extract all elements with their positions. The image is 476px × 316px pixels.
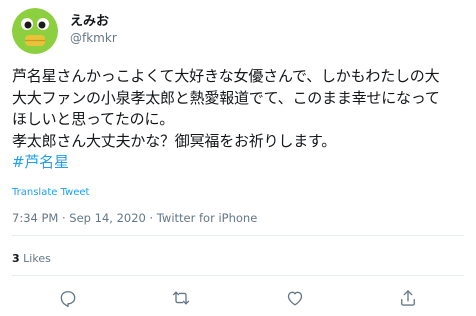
tweet-actions: [0, 287, 476, 309]
reply-button[interactable]: [57, 287, 79, 309]
tweet-text: 芦名星さんかっこよくて大好きな女優さんで、しかもわたしの大 大大ファンの小泉孝太…: [12, 66, 467, 173]
tweet-text-line: 大大ファンの小泉孝太郎と熱愛報道でて、このまま幸せになって: [12, 88, 440, 107]
share-icon: [401, 290, 415, 306]
likes-count: 3: [12, 252, 20, 265]
tweet-card: えみお @fkmkr 芦名星さんかっこよくて大好きな女優さんで、しかもわたしの大…: [0, 0, 476, 316]
divider: [12, 235, 464, 236]
reply-icon: [60, 291, 76, 308]
likes-stat[interactable]: 3 Likes: [12, 252, 51, 265]
divider: [12, 275, 464, 276]
tweet-text-line: 芦名星さんかっこよくて大好きな女優さんで、しかもわたしの大: [12, 67, 440, 85]
share-button[interactable]: [397, 287, 419, 309]
tweet-timestamp[interactable]: 7:34 PM · Sep 14, 2020 · Twitter for iPh…: [12, 211, 257, 225]
translate-tweet-link[interactable]: Translate Tweet: [12, 187, 89, 198]
green-face-avatar-icon: [12, 8, 58, 54]
retweet-icon: [172, 291, 190, 305]
user-names: えみお @fkmkr: [70, 14, 117, 45]
tweet-text-line: 孝太郎さん大丈夫かな？御冥福をお祈りします。: [12, 131, 337, 150]
hashtag-link[interactable]: #芦名星: [12, 152, 467, 173]
tweet-header: えみお @fkmkr: [12, 8, 117, 54]
likes-label: Likes: [23, 252, 51, 265]
user-handle[interactable]: @fkmkr: [70, 31, 117, 45]
tweet-text-line: ほしいと思ってたのに。: [12, 110, 175, 128]
retweet-button[interactable]: [170, 287, 192, 309]
display-name[interactable]: えみお: [70, 14, 117, 30]
avatar[interactable]: [12, 8, 58, 54]
like-button[interactable]: [284, 287, 306, 309]
heart-icon: [287, 291, 303, 306]
